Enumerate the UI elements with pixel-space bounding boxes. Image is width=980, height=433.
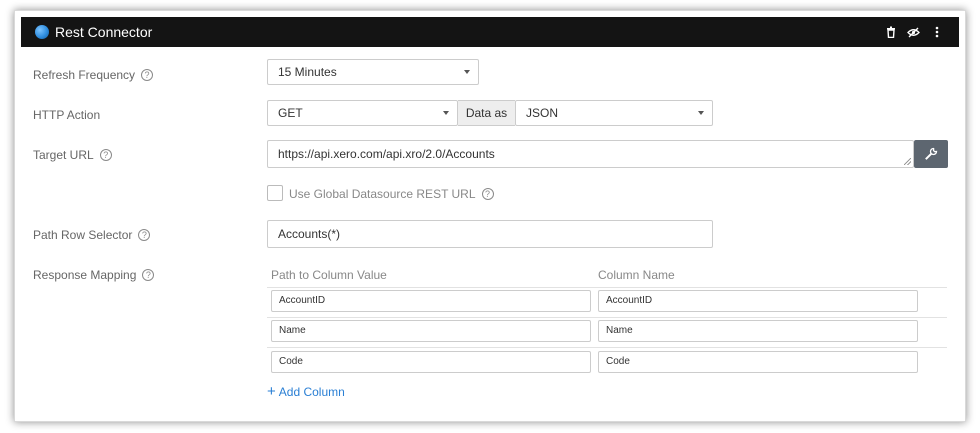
chevron-down-icon <box>464 70 470 74</box>
target-url-label-text: Target URL <box>33 148 94 162</box>
chevron-down-icon <box>698 111 704 115</box>
data-as-addon: Data as <box>458 100 515 126</box>
use-global-url-label-text: Use Global Datasource REST URL <box>289 187 476 201</box>
column-name-header: Column Name <box>598 268 675 282</box>
mapping-path-input[interactable]: Code <box>271 351 591 373</box>
help-icon[interactable]: ? <box>481 188 494 200</box>
mapping-path-input[interactable]: Name <box>271 320 591 342</box>
eye-slash-icon[interactable] <box>905 23 921 41</box>
divider <box>267 317 947 318</box>
use-global-url-checkbox[interactable] <box>267 185 283 201</box>
http-action-label: HTTP Action <box>33 107 100 123</box>
trash-icon[interactable] <box>883 23 899 41</box>
target-url-label: Target URL ? <box>33 147 112 163</box>
window-title: Rest Connector <box>55 24 153 40</box>
mapping-path-input[interactable]: AccountID <box>271 290 591 312</box>
target-url-value: https://api.xero.com/api.xro/2.0/Account… <box>278 147 495 161</box>
resize-grip-icon[interactable] <box>904 158 911 165</box>
refresh-frequency-value: 15 Minutes <box>278 65 337 79</box>
mapping-name-input[interactable]: Code <box>598 351 918 373</box>
rest-connector-window: Rest Connector Refresh Frequency ? 15 Mi… <box>14 10 966 422</box>
wrench-icon <box>925 147 938 160</box>
use-global-url-label: Use Global Datasource REST URL ? <box>289 186 494 202</box>
chevron-down-icon <box>443 111 449 115</box>
help-icon[interactable]: ? <box>138 229 151 241</box>
http-action-value: GET <box>278 106 303 120</box>
divider <box>267 347 947 348</box>
mapping-name-input[interactable]: AccountID <box>598 290 918 312</box>
response-mapping-label-text: Response Mapping <box>33 268 137 282</box>
form-content: Refresh Frequency ? 15 Minutes HTTP Acti… <box>21 47 959 421</box>
data-as-value: JSON <box>526 106 559 120</box>
help-icon[interactable]: ? <box>141 69 154 81</box>
refresh-frequency-label-text: Refresh Frequency <box>33 68 136 82</box>
http-action-label-text: HTTP Action <box>33 108 101 122</box>
help-icon[interactable]: ? <box>142 269 155 281</box>
response-mapping-label: Response Mapping ? <box>33 267 155 283</box>
plus-icon: + <box>267 383 276 400</box>
target-url-textarea[interactable]: https://api.xero.com/api.xro/2.0/Account… <box>267 140 914 168</box>
mapping-name-input[interactable]: Name <box>598 320 918 342</box>
refresh-frequency-select[interactable]: 15 Minutes <box>267 59 479 85</box>
path-row-selector-label-text: Path Row Selector <box>33 228 133 242</box>
add-column-button[interactable]: + Add Column <box>267 384 345 400</box>
more-vertical-icon[interactable] <box>929 23 945 41</box>
globe-icon <box>35 25 49 39</box>
http-action-select[interactable]: GET <box>267 100 458 126</box>
add-column-label: Add Column <box>278 385 345 399</box>
url-builder-button[interactable] <box>914 140 948 168</box>
path-row-selector-input[interactable]: Accounts(*) <box>267 220 713 248</box>
refresh-frequency-label: Refresh Frequency ? <box>33 67 154 83</box>
path-row-selector-label: Path Row Selector ? <box>33 227 151 243</box>
path-row-selector-value: Accounts(*) <box>278 227 341 241</box>
title-bar: Rest Connector <box>21 17 959 47</box>
help-icon[interactable]: ? <box>99 149 112 161</box>
divider <box>267 287 947 288</box>
path-column-header: Path to Column Value <box>271 268 387 282</box>
data-as-select[interactable]: JSON <box>515 100 713 126</box>
